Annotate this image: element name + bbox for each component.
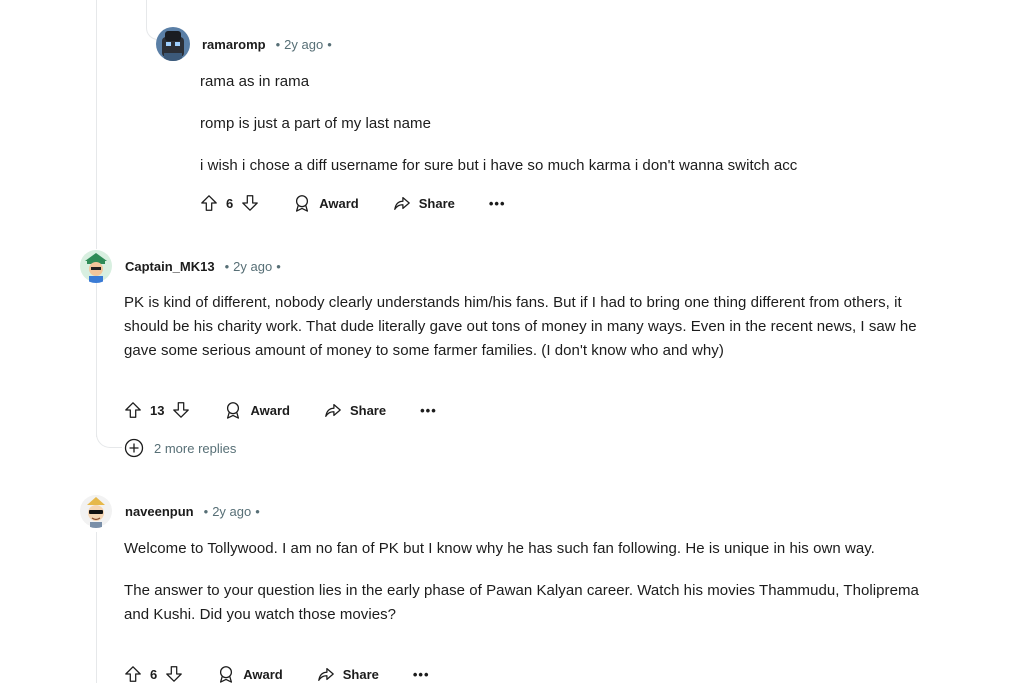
comment-header: ramaromp • 2y ago •: [156, 24, 336, 64]
comment-actions: 6 Award Share •••: [124, 662, 430, 683]
comment-paragraph: rama as in rama: [200, 73, 310, 90]
share-label: Share: [418, 195, 455, 211]
avatar[interactable]: [156, 27, 190, 61]
vote-group: 6: [124, 665, 183, 683]
thread-elbow-more-replies: [96, 420, 122, 448]
arrow-up-icon[interactable]: [124, 401, 142, 419]
share-icon: [324, 401, 342, 419]
more-replies-button[interactable]: 2 more replies: [124, 438, 236, 458]
thread-line-naveenpun: [96, 532, 97, 683]
comment-paragraph: romp is just a part of my last name: [200, 115, 431, 132]
more-options-button[interactable]: •••: [420, 403, 437, 418]
avatar[interactable]: [79, 249, 113, 283]
comment-header: naveenpun • 2y ago •: [79, 491, 264, 531]
comment-paragraph: Welcome to Tollywood. I am no fan of PK …: [124, 540, 875, 557]
award-icon: [224, 401, 242, 419]
comment-paragraph: PK is kind of different, nobody clearly …: [124, 294, 917, 359]
username[interactable]: ramaromp: [202, 37, 266, 52]
comment-actions: 6 Award Share •••: [200, 191, 506, 215]
comment-time: • 2y ago •: [224, 258, 281, 274]
arrow-up-icon[interactable]: [124, 665, 142, 683]
award-icon: [293, 194, 311, 212]
share-button[interactable]: Share: [324, 401, 386, 419]
award-label: Award: [250, 402, 290, 418]
username[interactable]: Captain_MK13: [125, 259, 215, 274]
share-icon: [393, 194, 411, 212]
comment-paragraph: The answer to your question lies in the …: [124, 582, 919, 623]
username[interactable]: naveenpun: [125, 504, 194, 519]
comment-body: Welcome to Tollywood. I am no fan of PK …: [124, 537, 924, 645]
comment-time: • 2y ago •: [275, 36, 332, 52]
award-button[interactable]: Award: [217, 665, 283, 683]
share-icon: [317, 665, 335, 683]
more-replies-label: 2 more replies: [154, 440, 237, 456]
thread-line-top: [96, 0, 97, 437]
share-button[interactable]: Share: [317, 665, 379, 683]
vote-count: 6: [226, 195, 234, 211]
award-button[interactable]: Award: [293, 194, 359, 212]
share-button[interactable]: Share: [393, 194, 455, 212]
arrow-up-icon[interactable]: [200, 194, 218, 212]
comment-actions: 13 Award Share •••: [124, 398, 437, 422]
comment-header: Captain_MK13 • 2y ago •: [79, 246, 285, 286]
comment-time: • 2y ago •: [203, 503, 260, 519]
plus-circle-icon: [124, 438, 144, 458]
share-label: Share: [349, 402, 387, 418]
vote-count: 6: [150, 666, 158, 682]
vote-group: 13: [124, 401, 190, 419]
award-button[interactable]: Award: [224, 401, 290, 419]
award-label: Award: [319, 195, 359, 211]
comment-body: rama as in rama romp is just a part of m…: [200, 70, 960, 196]
more-options-button[interactable]: •••: [413, 667, 430, 682]
more-options-button[interactable]: •••: [489, 196, 506, 211]
vote-group: 6: [200, 194, 259, 212]
comment-body: PK is kind of different, nobody clearly …: [124, 291, 929, 381]
award-label: Award: [243, 666, 283, 682]
arrow-down-icon[interactable]: [165, 665, 183, 683]
avatar[interactable]: [79, 494, 113, 528]
vote-count: 13: [150, 402, 165, 418]
arrow-down-icon[interactable]: [241, 194, 259, 212]
arrow-down-icon[interactable]: [172, 401, 190, 419]
share-label: Share: [342, 666, 379, 682]
award-icon: [217, 665, 235, 683]
comment-paragraph: i wish i chose a diff username for sure …: [200, 157, 798, 174]
